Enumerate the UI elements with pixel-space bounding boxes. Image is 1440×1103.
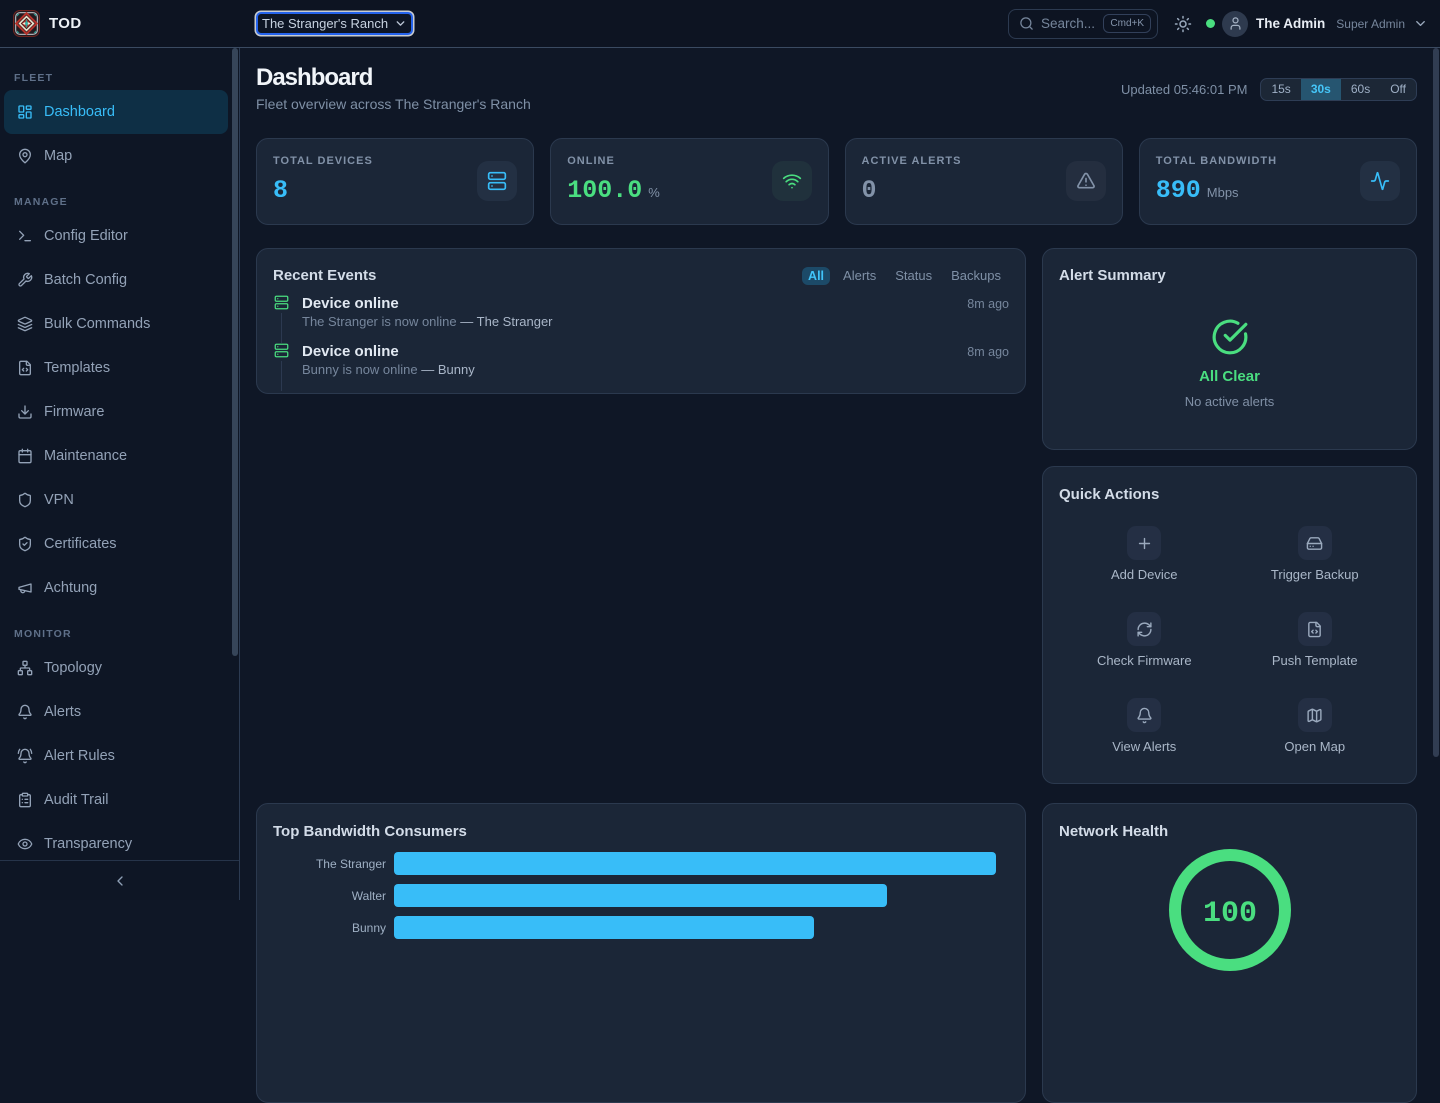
svg-text:100: 100 xyxy=(1202,897,1256,931)
